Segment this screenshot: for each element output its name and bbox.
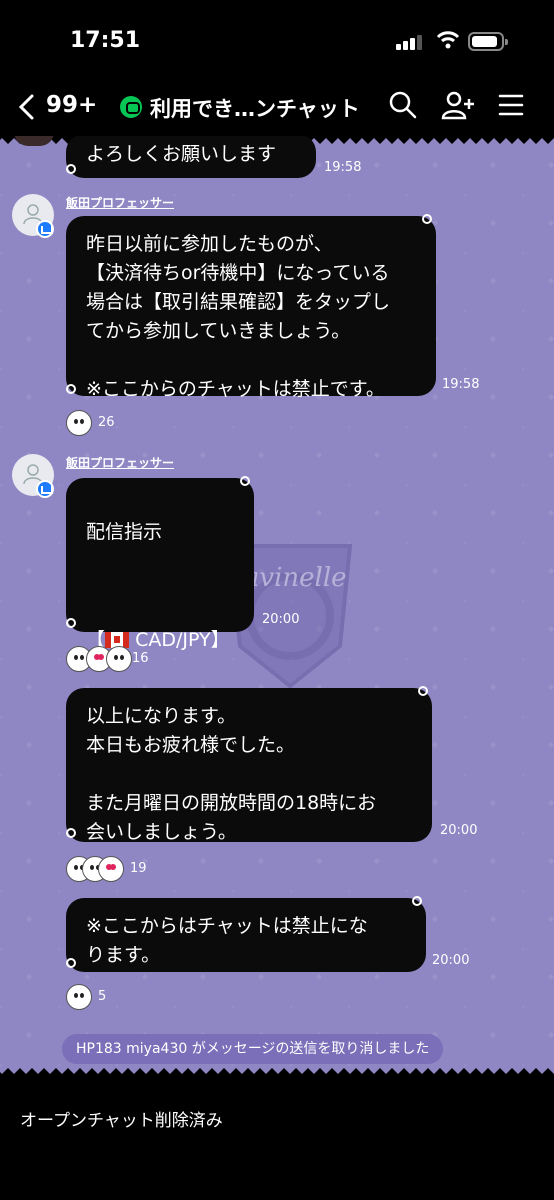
unread-count[interactable]: 99+ — [46, 92, 97, 118]
admin-crown-icon — [36, 220, 54, 238]
bubble-tail-icon — [66, 384, 76, 394]
chat-title[interactable]: 利用でき…ンチャット — [150, 93, 360, 123]
menu-icon[interactable] — [498, 90, 524, 120]
reaction-bar[interactable]: 19 — [66, 856, 156, 884]
sender-name[interactable]: 飯田プロフェッサー — [66, 194, 174, 211]
message-time: 20:00 — [432, 953, 470, 968]
message-bubble-2[interactable]: 昨日以前に参加したものが、 【決済待ちor待機中】になっている 場合は【取引結果… — [66, 216, 436, 400]
reaction-count: 5 — [98, 989, 107, 1004]
bubble-tail-icon — [66, 958, 76, 968]
back-chevron-icon[interactable] — [16, 92, 38, 122]
bubble-tail-icon — [422, 214, 432, 224]
reaction-bar[interactable]: 16 — [66, 646, 166, 674]
message-line: 配信指示 — [86, 521, 163, 543]
message-time: 19:58 — [442, 377, 480, 392]
bubble-tail-icon — [412, 896, 422, 906]
cellular-signal-icon — [396, 34, 424, 50]
message-bubble-1[interactable]: よろしくお願いします — [66, 136, 316, 178]
wifi-icon — [436, 31, 460, 49]
open-chat-icon — [120, 96, 142, 118]
chat-deleted-status: オープンチャット削除済み — [20, 1111, 223, 1131]
add-friend-icon[interactable] — [440, 90, 476, 120]
search-icon[interactable] — [388, 90, 418, 120]
chat-header: 99+ 利用でき…ンチャット — [0, 80, 554, 136]
reaction-bar[interactable]: 5 — [66, 984, 116, 1012]
reaction-count: 19 — [130, 861, 147, 876]
reaction-face-icon — [106, 646, 132, 672]
status-time: 17:51 — [70, 28, 141, 53]
reaction-face-icon — [66, 410, 92, 436]
bubble-tail-icon — [66, 828, 76, 838]
bubble-tail-icon — [66, 618, 76, 628]
unsent-message-notice: HP183 miya430 がメッセージの送信を取り消しました — [62, 1034, 444, 1064]
message-bubble-3[interactable]: 配信指示 【 CAD/JPY】 buy — [66, 478, 254, 759]
chat-area[interactable]: tavinelle よろしくお願いします 19:58 飯田プロフェッサー 昨日以… — [0, 136, 554, 1076]
sender-name[interactable]: 飯田プロフェッサー — [66, 454, 174, 471]
message-time: 19:58 — [324, 160, 362, 175]
reaction-bar[interactable]: 26 — [66, 410, 126, 438]
message-time: 20:00 — [440, 823, 478, 838]
admin-crown-icon — [36, 480, 54, 498]
bubble-tail-icon — [66, 164, 76, 174]
reaction-count: 16 — [132, 651, 149, 666]
reaction-heart-eyes-icon — [98, 856, 124, 882]
battery-icon — [468, 32, 508, 51]
avatar-partial[interactable] — [14, 136, 54, 146]
message-bubble-5[interactable]: ※ここからはチャットは禁止にな ります。 — [66, 898, 426, 972]
bubble-tail-icon — [240, 476, 250, 486]
footer-zigzag-border — [0, 1068, 554, 1076]
message-bubble-4[interactable]: 以上になります。 本日もお疲れ様でした。 また月曜日の開放時間の18時にお 会い… — [66, 688, 432, 843]
reaction-face-icon — [66, 984, 92, 1010]
bubble-tail-icon — [418, 686, 428, 696]
footer-bar: オープンチャット削除済み — [0, 1076, 554, 1200]
message-time: 20:00 — [262, 612, 300, 627]
reaction-count: 26 — [98, 415, 115, 430]
status-bar: 17:51 — [0, 0, 554, 80]
